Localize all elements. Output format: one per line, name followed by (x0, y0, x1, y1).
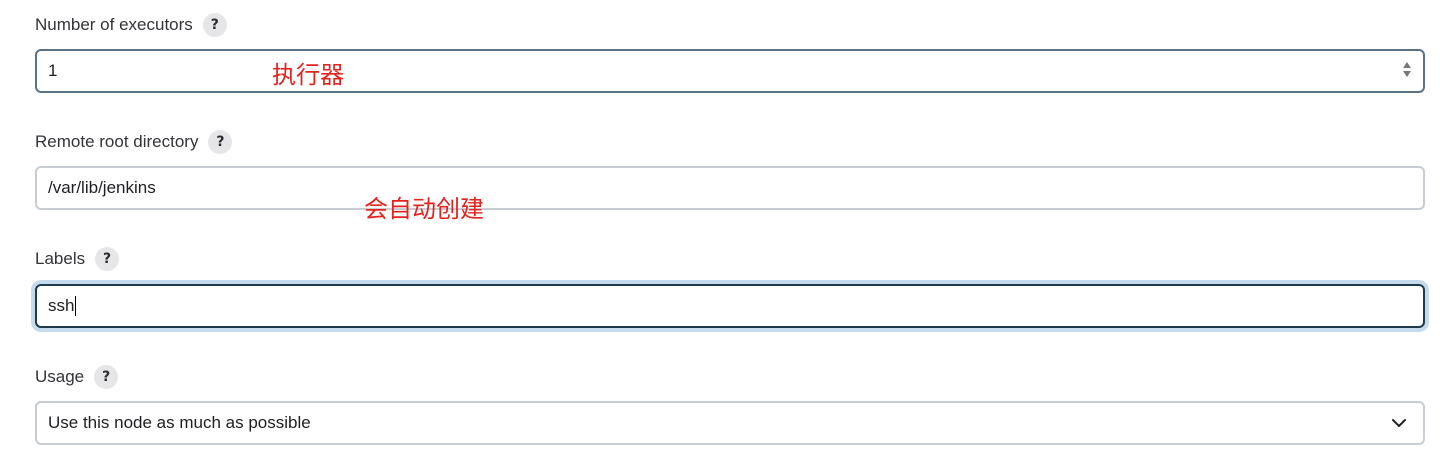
remote-root-label-row: Remote root directory ? (35, 129, 233, 155)
remote-root-help-icon[interactable]: ? (208, 130, 233, 154)
usage-select[interactable]: Use this node as much as possible (35, 401, 1425, 445)
executors-annotation: 执行器 (272, 61, 344, 89)
node-config-form: Number of executors ? 1 执行器 Remote root … (0, 0, 1441, 471)
remote-root-label: Remote root directory (35, 132, 199, 151)
remote-root-value: /var/lib/jenkins (48, 178, 156, 197)
usage-label-row: Usage ? (35, 364, 119, 390)
usage-help-icon[interactable]: ? (94, 365, 119, 389)
executors-value: 1 (48, 61, 58, 80)
remote-root-annotation: 会自动创建 (364, 195, 484, 223)
labels-label-row: Labels ? (35, 246, 120, 272)
executors-label: Number of executors (35, 15, 193, 34)
usage-selected-value: Use this node as much as possible (48, 413, 311, 432)
text-caret (75, 296, 77, 316)
executors-label-row: Number of executors ? (35, 12, 227, 38)
executors-help-icon[interactable]: ? (202, 13, 227, 37)
spinner-up-icon[interactable] (1403, 62, 1411, 68)
labels-input[interactable]: ssh (35, 284, 1425, 328)
executors-input[interactable]: 1 (35, 49, 1425, 93)
labels-value: ssh (48, 296, 75, 315)
chevron-down-icon[interactable] (1391, 415, 1407, 431)
labels-label: Labels (35, 249, 86, 268)
usage-label: Usage (35, 367, 85, 386)
remote-root-input[interactable]: /var/lib/jenkins (35, 166, 1425, 210)
spinner-down-icon[interactable] (1403, 71, 1411, 77)
labels-help-icon[interactable]: ? (95, 247, 120, 271)
number-spinner-icon[interactable] (1403, 62, 1411, 77)
